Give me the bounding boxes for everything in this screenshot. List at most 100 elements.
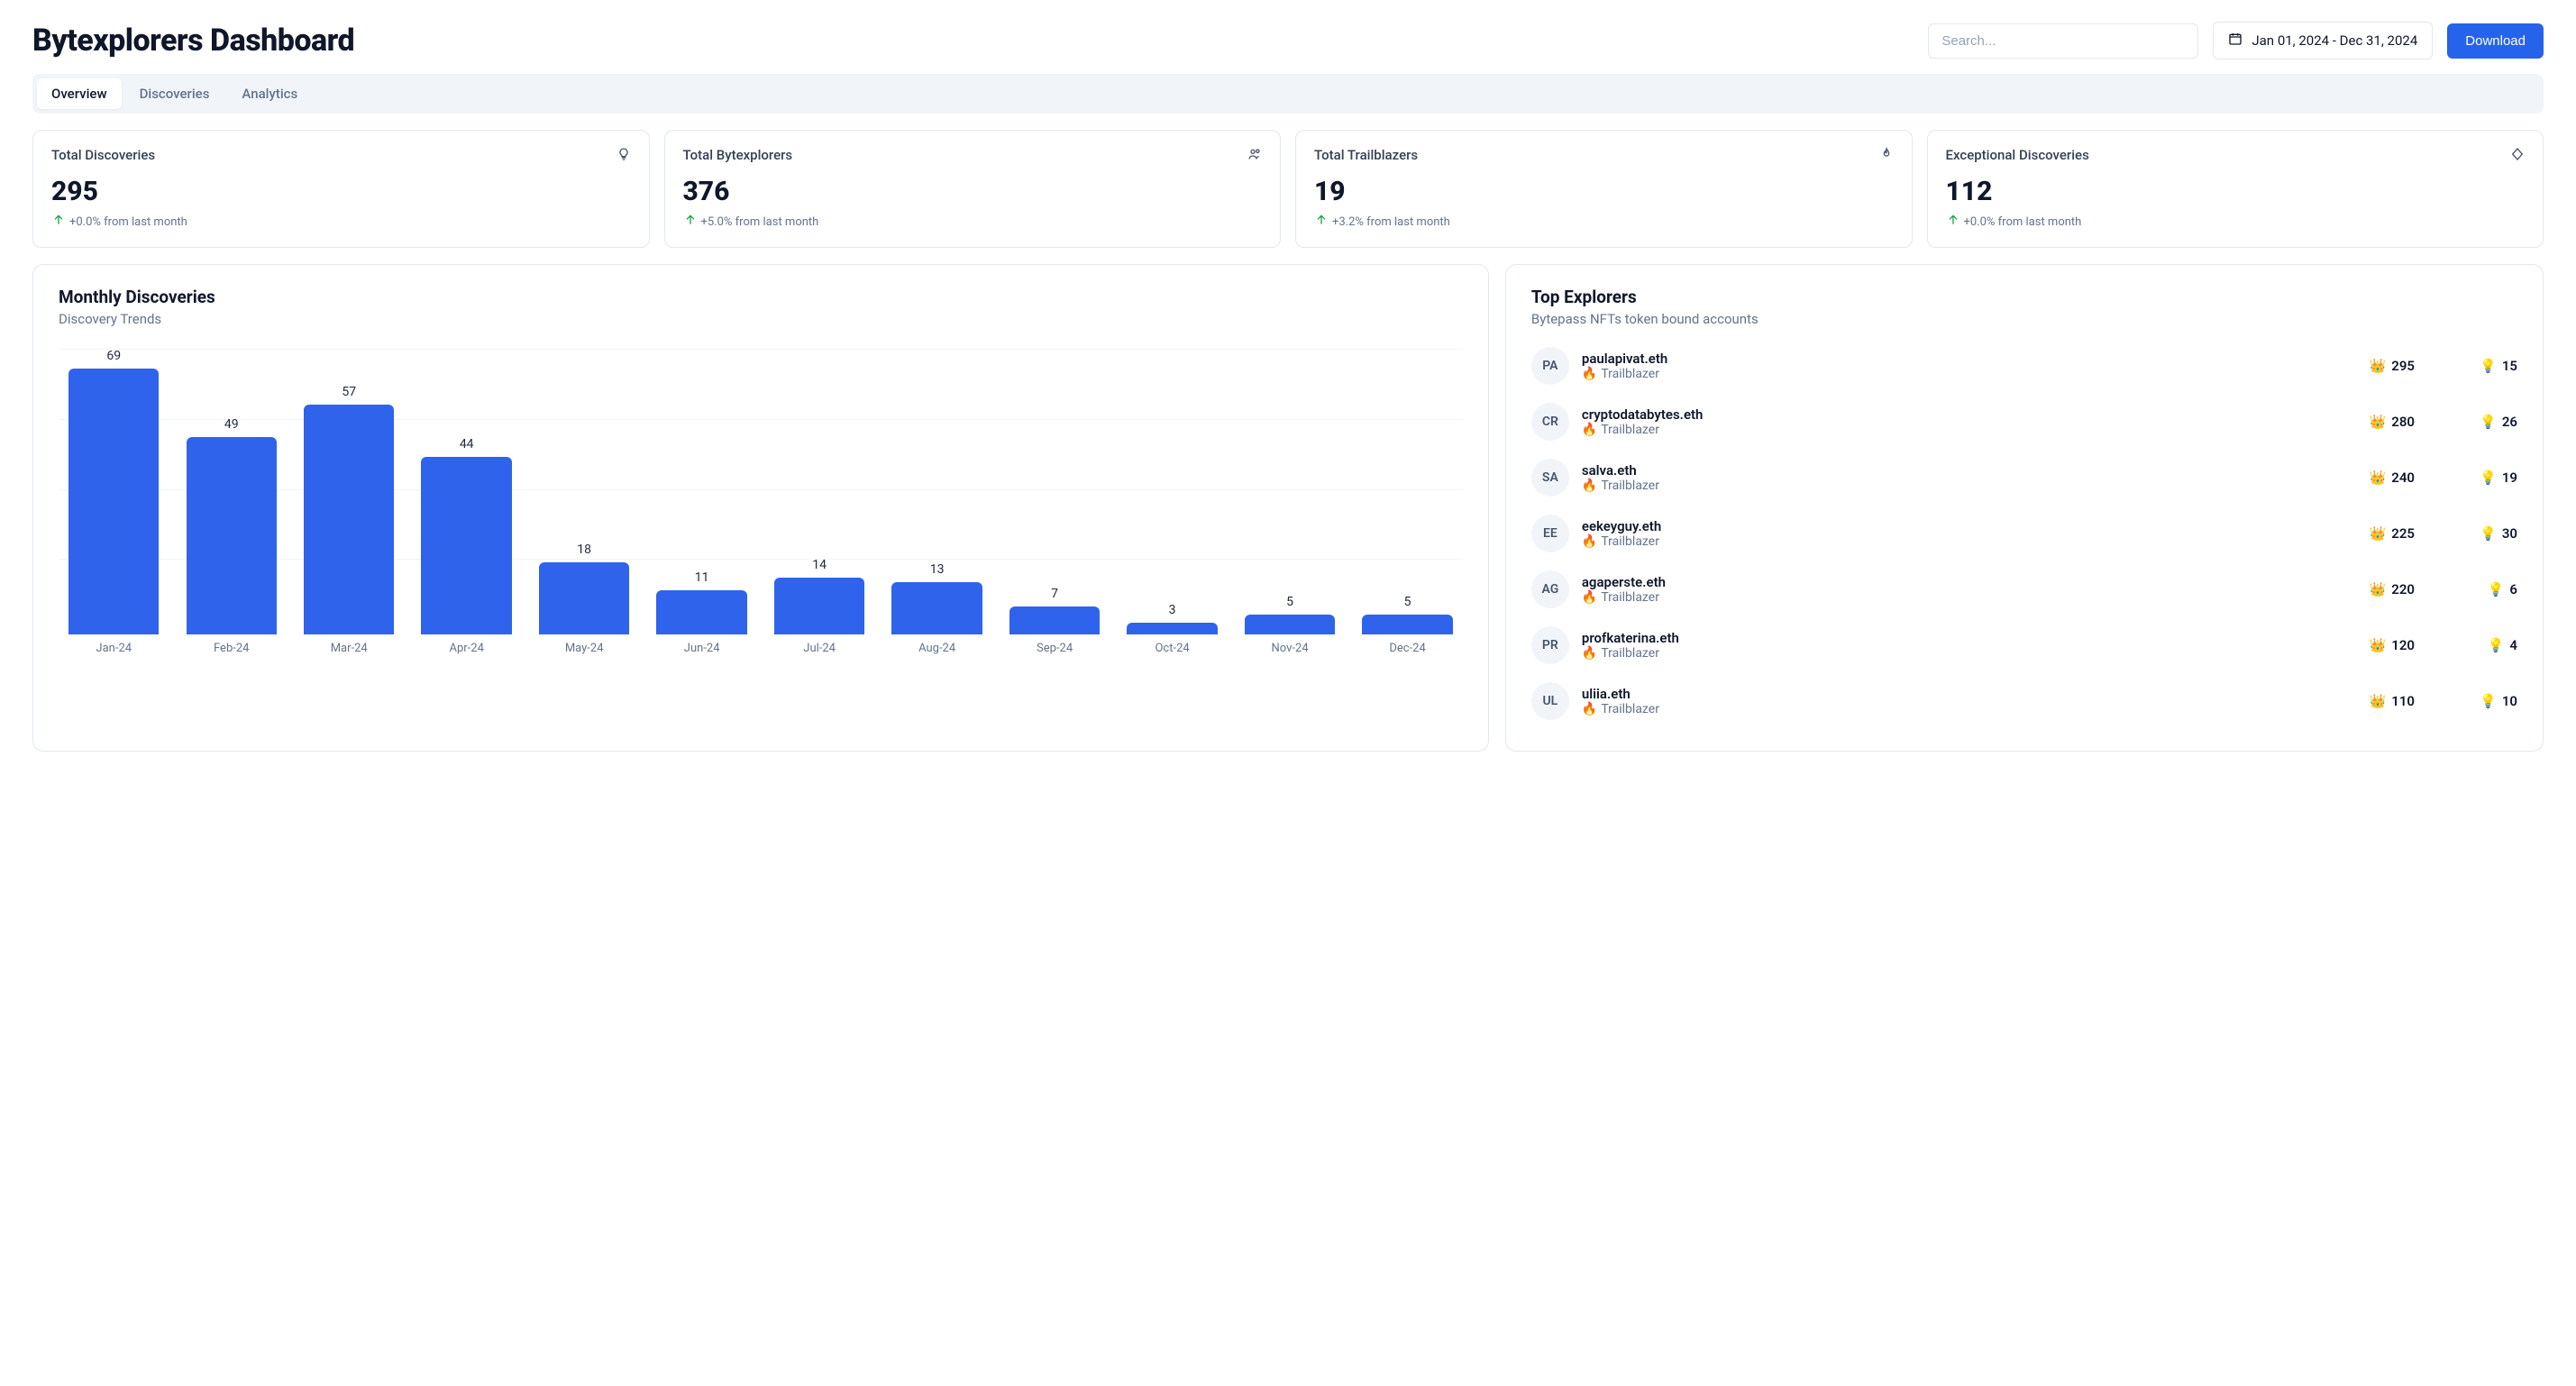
bar-category-label: Aug-24: [918, 642, 955, 655]
crown-icon: 👑: [2370, 637, 2387, 653]
bar-category-label: Nov-24: [1272, 642, 1309, 655]
arrow-up-icon: [1946, 213, 1960, 231]
arrow-up-icon: [51, 213, 66, 231]
bar-value-label: 14: [812, 558, 827, 572]
explorer-row: AG agaperste.eth 🔥 Trailblazer 👑220 💡6: [1531, 561, 2517, 617]
avatar: EE: [1531, 515, 1569, 552]
stat-delta: +5.0% from last month: [683, 213, 1263, 231]
explorer-name: profkaterina.eth: [1582, 630, 2339, 646]
bar-value-label: 5: [1404, 595, 1411, 609]
explorer-row: CR cryptodatabytes.eth 🔥 Trailblazer 👑28…: [1531, 394, 2517, 450]
explorer-row: SA salva.eth 🔥 Trailblazer 👑240 💡19: [1531, 450, 2517, 506]
lightbulb-icon: 💡: [2480, 470, 2497, 486]
fire-icon: 🔥: [1582, 702, 1597, 716]
bar-category-label: Jun-24: [684, 642, 720, 655]
arrow-up-icon: [1314, 213, 1329, 231]
bar-column: 7 Sep-24: [1000, 349, 1110, 655]
bar-chart: 69 Jan-24 49 Feb-24 57 Mar-24 44 Apr-24 …: [59, 349, 1463, 655]
tab-analytics[interactable]: Analytics: [227, 78, 312, 109]
bar: [187, 437, 277, 634]
bulb-stat: 💡19: [2454, 470, 2517, 486]
bar-value-label: 11: [695, 570, 709, 585]
stat-label: Total Bytexplorers: [683, 147, 793, 163]
monthly-discoveries-panel: Monthly Discoveries Discovery Trends 69 …: [32, 264, 1489, 752]
bar-value-label: 49: [224, 417, 239, 432]
diamond-icon: [2510, 147, 2525, 165]
top-explorers-panel: Top Explorers Bytepass NFTs token bound …: [1505, 264, 2544, 752]
lightbulb-icon: 💡: [2480, 525, 2497, 542]
flame-icon: [1879, 147, 1894, 165]
page-title: Bytexplorers Dashboard: [32, 23, 354, 59]
stats-grid: Total Discoveries 295 +0.0% from last mo…: [32, 130, 2544, 248]
bar: [304, 405, 394, 634]
bar-category-label: Feb-24: [214, 642, 249, 655]
avatar: CR: [1531, 403, 1569, 441]
bar-column: 5 Nov-24: [1235, 349, 1345, 655]
search-input[interactable]: [1928, 23, 2198, 59]
avatar: PA: [1531, 347, 1569, 385]
bar-column: 11 Jun-24: [646, 349, 756, 655]
crown-stat: 👑240: [2352, 470, 2415, 486]
crown-icon: 👑: [2370, 581, 2387, 597]
avatar: SA: [1531, 459, 1569, 497]
avatar: AG: [1531, 570, 1569, 608]
bar: [69, 369, 159, 634]
bar-column: 57 Mar-24: [294, 349, 404, 655]
stat-card: Exceptional Discoveries 112 +0.0% from l…: [1927, 130, 2544, 248]
explorer-row: EE eekeyguy.eth 🔥 Trailblazer 👑225 💡30: [1531, 506, 2517, 561]
explorers-subtitle: Bytepass NFTs token bound accounts: [1531, 311, 2517, 327]
crown-icon: 👑: [2370, 525, 2387, 542]
explorer-row: PR profkaterina.eth 🔥 Trailblazer 👑120 💡…: [1531, 617, 2517, 673]
explorer-role: 🔥 Trailblazer: [1582, 423, 2339, 437]
fire-icon: 🔥: [1582, 479, 1597, 493]
bar: [774, 578, 864, 634]
explorers-list: PA paulapivat.eth 🔥 Trailblazer 👑295 💡15…: [1531, 338, 2517, 729]
explorers-title: Top Explorers: [1531, 287, 2517, 307]
stat-card: Total Discoveries 295 +0.0% from last mo…: [32, 130, 650, 248]
fire-icon: 🔥: [1582, 534, 1597, 549]
bar-value-label: 44: [460, 437, 474, 451]
explorer-name: eekeyguy.eth: [1582, 518, 2339, 534]
lightbulb-icon: 💡: [2488, 581, 2505, 597]
crown-icon: 👑: [2370, 358, 2387, 374]
bar-value-label: 57: [342, 385, 356, 399]
bar-category-label: Sep-24: [1037, 642, 1073, 655]
stat-label: Exceptional Discoveries: [1946, 147, 2089, 163]
bulb-stat: 💡26: [2454, 414, 2517, 430]
bar: [1009, 606, 1100, 634]
bulb-stat: 💡30: [2454, 525, 2517, 542]
lightbulb-icon: 💡: [2480, 358, 2497, 374]
stat-value: 19: [1314, 176, 1894, 207]
explorer-name: paulapivat.eth: [1582, 351, 2339, 367]
date-range-picker[interactable]: Jan 01, 2024 - Dec 31, 2024: [2213, 22, 2433, 59]
bar-column: 49 Feb-24: [176, 349, 286, 655]
avatar: PR: [1531, 626, 1569, 664]
bar: [421, 457, 511, 634]
crown-icon: 👑: [2370, 693, 2387, 709]
fire-icon: 🔥: [1582, 367, 1597, 381]
bar-column: 44 Apr-24: [411, 349, 521, 655]
lightbulb-icon: 💡: [2480, 414, 2497, 430]
tab-overview[interactable]: Overview: [37, 78, 122, 109]
explorer-name: salva.eth: [1582, 462, 2339, 479]
tab-discoveries[interactable]: Discoveries: [125, 78, 224, 109]
stat-value: 112: [1946, 176, 2526, 207]
explorer-name: agaperste.eth: [1582, 574, 2339, 590]
lightbulb-icon: [617, 147, 631, 165]
stat-delta: +0.0% from last month: [51, 213, 631, 231]
explorer-role: 🔥 Trailblazer: [1582, 367, 2339, 381]
crown-icon: 👑: [2370, 470, 2387, 486]
download-button[interactable]: Download: [2447, 23, 2544, 59]
bar-category-label: May-24: [565, 642, 604, 655]
bar-value-label: 18: [577, 543, 591, 557]
stat-label: Total Discoveries: [51, 147, 155, 163]
calendar-icon: [2228, 32, 2243, 50]
bar-column: 18 May-24: [529, 349, 639, 655]
bar-category-label: Mar-24: [331, 642, 368, 655]
bar-column: 14 Jul-24: [764, 349, 874, 655]
crown-stat: 👑120: [2352, 637, 2415, 653]
bar-value-label: 3: [1169, 603, 1176, 617]
date-range-label: Jan 01, 2024 - Dec 31, 2024: [2252, 32, 2417, 49]
lightbulb-icon: 💡: [2480, 693, 2497, 709]
crown-stat: 👑220: [2352, 581, 2415, 597]
